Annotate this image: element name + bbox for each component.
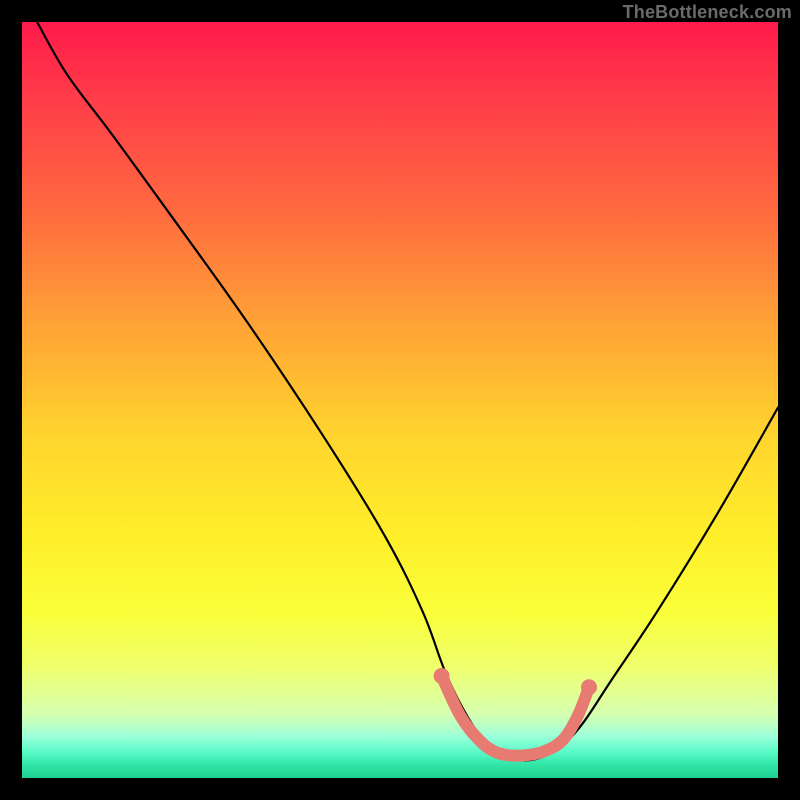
optimal-range-overlay (442, 676, 589, 756)
watermark-text: TheBottleneck.com (623, 2, 792, 23)
plot-area (22, 22, 778, 778)
curve-layer (22, 22, 778, 778)
optimal-range-endpoint (434, 668, 450, 684)
chart-stage: TheBottleneck.com (0, 0, 800, 800)
optimal-range-endpoint (581, 679, 597, 695)
bottleneck-curve-path (37, 22, 778, 761)
